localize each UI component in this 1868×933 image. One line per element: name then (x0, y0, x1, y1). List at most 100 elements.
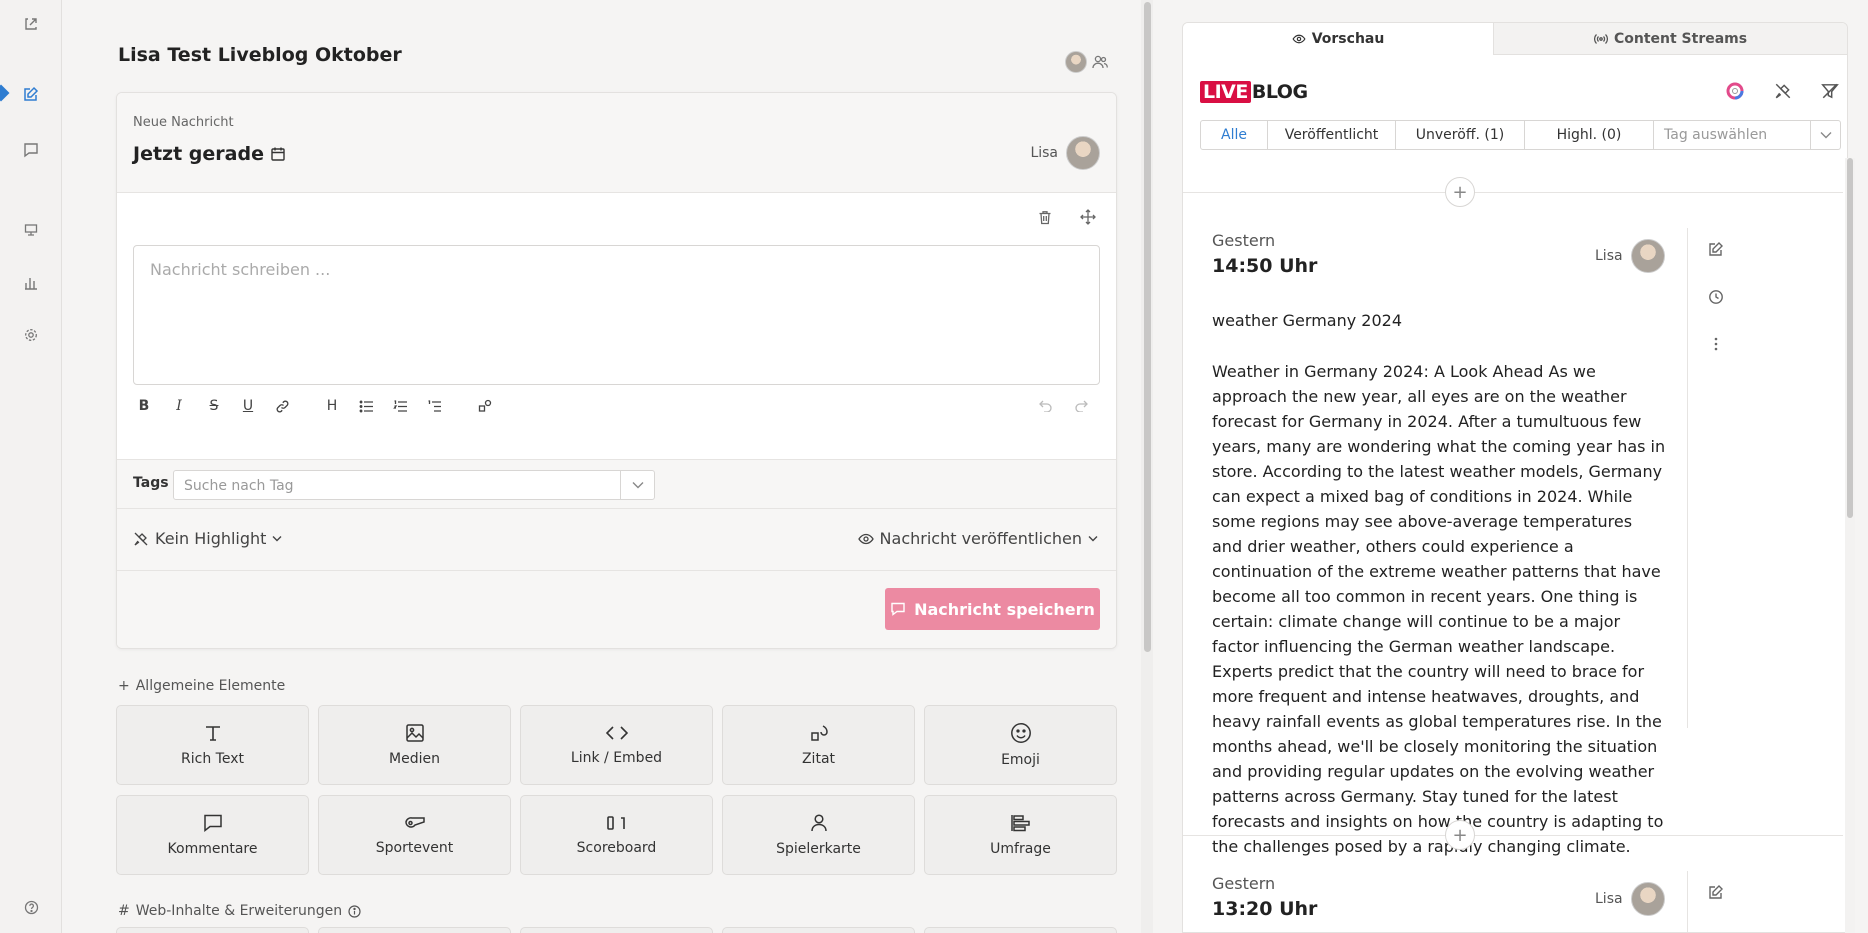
tags-label: Tags (133, 475, 169, 491)
underline-icon[interactable]: U (237, 395, 259, 417)
people-icon[interactable] (1091, 53, 1109, 71)
active-marker (0, 84, 10, 102)
bullet-list-icon[interactable] (355, 395, 377, 417)
person-icon (809, 813, 829, 833)
gear-icon[interactable] (21, 325, 41, 345)
add-entry-button[interactable]: + (1445, 177, 1475, 207)
bold-icon[interactable]: B (133, 395, 155, 417)
liveblog-logo: LIVE BLOG (1200, 81, 1308, 103)
section-web-content[interactable]: # Web-Inhalte & Erweiterungen (118, 903, 361, 919)
tag-select[interactable]: Tag auswählen (1654, 121, 1840, 149)
highlight-off-icon[interactable] (1771, 79, 1795, 103)
add-entry-button[interactable]: + (1445, 820, 1475, 850)
tile-emoji[interactable]: Emoji (924, 705, 1117, 785)
new-message-card: Neue Nachricht Jetzt gerade Lisa Nachric… (116, 92, 1117, 649)
tags-row: Tags Suche nach Tag (117, 459, 1116, 509)
comment-icon[interactable] (21, 140, 41, 160)
info-icon[interactable] (348, 904, 361, 918)
text-icon (203, 723, 223, 743)
scoreboard-icon (606, 814, 628, 832)
stats-icon[interactable] (21, 273, 41, 293)
collaborators[interactable] (1065, 51, 1109, 73)
smiley-icon (1010, 722, 1032, 744)
scrollbar-thumb[interactable] (1144, 2, 1151, 652)
tile-stub (520, 927, 713, 933)
comment-icon (203, 813, 223, 833)
avatar (1630, 882, 1665, 916)
ordered-list-icon[interactable] (389, 395, 411, 417)
entry-side-divider (1687, 871, 1688, 932)
editor-scrollbar[interactable] (1141, 0, 1153, 933)
indent-list-icon[interactable] (423, 395, 445, 417)
section-general-elements[interactable]: + Allgemeine Elemente (118, 678, 285, 694)
entry-time: 13:20 Uhr (1212, 898, 1318, 920)
options-row: Kein Highlight Nachricht veröffentlichen (117, 509, 1116, 571)
entry-day: Gestern (1212, 874, 1276, 893)
message-time[interactable]: Jetzt gerade (133, 143, 286, 165)
filter-unpublished[interactable]: Unveröff. (1) (1396, 121, 1525, 149)
message-input[interactable]: Nachricht schreiben ... (133, 245, 1100, 385)
edit-icon[interactable] (1705, 238, 1727, 260)
preview-scrollbar[interactable] (1845, 158, 1855, 933)
calendar-icon[interactable] (270, 146, 286, 162)
more-icon[interactable] (1705, 333, 1727, 355)
special-element-icon[interactable] (474, 395, 496, 417)
save-message-button[interactable]: Nachricht speichern (885, 588, 1100, 630)
redo-icon[interactable] (1070, 395, 1092, 417)
tile-umfrage[interactable]: Umfrage (924, 795, 1117, 875)
avatar (1065, 51, 1087, 73)
tile-zitat[interactable]: Zitat (722, 705, 915, 785)
tile-stub (924, 927, 1117, 933)
tile-label: Link / Embed (570, 750, 663, 766)
whistle-icon (404, 814, 426, 832)
tile-medien[interactable]: Medien (318, 705, 511, 785)
entry-time: 14:50 Uhr (1212, 255, 1318, 277)
chevron-down-icon (272, 535, 282, 542)
tile-stub (116, 927, 309, 933)
strikethrough-icon[interactable]: S (203, 395, 225, 417)
trash-icon[interactable] (1035, 207, 1055, 227)
edit-icon[interactable] (1705, 881, 1727, 903)
heading-icon[interactable]: H (321, 395, 343, 417)
filter-off-icon[interactable] (1818, 79, 1842, 103)
tile-link-embed[interactable]: Link / Embed (520, 705, 713, 785)
filter-highlights[interactable]: Highl. (0) (1525, 121, 1654, 149)
clock-icon[interactable] (1705, 286, 1727, 308)
tile-stub (722, 927, 915, 933)
filter-published[interactable]: Veröffentlicht (1268, 121, 1396, 149)
publish-dropdown[interactable]: Nachricht veröffentlichen (857, 529, 1098, 548)
tile-kommentare[interactable]: Kommentare (116, 795, 309, 875)
filter-all[interactable]: Alle (1201, 121, 1268, 149)
italic-icon[interactable]: I (168, 395, 190, 417)
chevron-down-icon[interactable] (620, 471, 654, 499)
eye-icon (1292, 34, 1306, 44)
tab-preview[interactable]: Vorschau (1183, 23, 1494, 55)
tile-label: Emoji (1001, 752, 1040, 768)
color-wheel-icon[interactable] (1723, 79, 1747, 103)
collapse-icon[interactable] (21, 14, 41, 34)
undo-icon[interactable] (1035, 395, 1057, 417)
tile-rich-text[interactable]: Rich Text (116, 705, 309, 785)
message-author[interactable]: Lisa (1030, 136, 1100, 170)
help-icon[interactable] (21, 897, 41, 917)
tile-sportevent[interactable]: Sportevent (318, 795, 511, 875)
editor-column: Lisa Test Liveblog Oktober Neue Nachrich… (62, 0, 1141, 933)
filter-bar: Alle Veröffentlicht Unveröff. (1) Highl.… (1200, 120, 1841, 150)
move-icon[interactable] (1078, 207, 1098, 227)
divider (1183, 835, 1843, 836)
highlight-dropdown[interactable]: Kein Highlight (133, 529, 282, 548)
chevron-down-icon[interactable] (1810, 121, 1840, 149)
entry-author: Lisa (1595, 239, 1665, 273)
link-icon[interactable] (271, 395, 293, 417)
tile-spielerkarte[interactable]: Spielerkarte (722, 795, 915, 875)
tile-scoreboard[interactable]: Scoreboard (520, 795, 713, 875)
message-kicker: Neue Nachricht (133, 115, 234, 130)
tab-content-streams[interactable]: Content Streams (1493, 23, 1847, 55)
scrollbar-thumb[interactable] (1847, 158, 1853, 518)
tag-search-input[interactable]: Suche nach Tag (173, 470, 655, 500)
highlight-off-icon (133, 531, 149, 547)
edit-icon[interactable] (21, 84, 41, 104)
left-rail (0, 0, 62, 933)
tile-label: Umfrage (990, 841, 1051, 857)
presentation-icon[interactable] (21, 220, 41, 240)
